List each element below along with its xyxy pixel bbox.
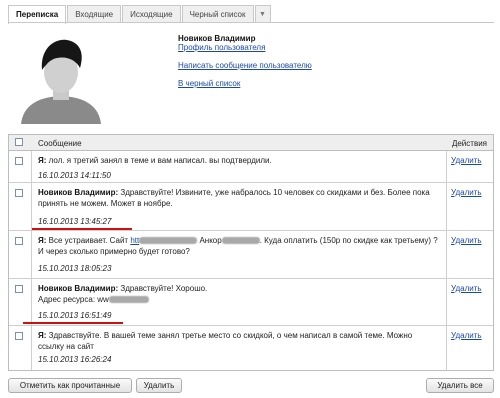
message-date: 15.10.2013 18:05:23 (38, 264, 112, 273)
tab-outbox[interactable]: Исходящие (122, 5, 181, 23)
column-actions-header: Действия (451, 139, 487, 148)
delete-button[interactable]: Удалить (136, 378, 182, 393)
row-checkbox[interactable] (15, 189, 23, 197)
message-text: Новиков Владимир: Здравствуйте! Хорошо. … (38, 283, 438, 305)
chevron-down-icon[interactable]: ▼ (254, 5, 271, 23)
tab-inbox[interactable]: Входящие (67, 5, 122, 23)
table-row: Я: лол. я третий занял в теме и вам напи… (9, 151, 493, 183)
highlight-underline (23, 322, 123, 324)
messages-table: Сообщение Действия Я: лол. я третий заня… (8, 134, 494, 371)
message-body: Все устраивает. Сайт (48, 236, 129, 245)
profile-name: Новиков Владимир (178, 34, 256, 43)
message-sender: Новиков Владимир: (38, 284, 119, 293)
table-row: Новиков Владимир: Здравствуйте! Хорошо. … (9, 279, 493, 326)
message-body: лол. я третий занял в теме и вам написал… (48, 156, 272, 165)
delete-link[interactable]: Удалить (451, 236, 482, 245)
redacted-text (221, 237, 260, 245)
message-sender: Новиков Владимир: (38, 188, 119, 197)
write-message-link[interactable]: Написать сообщение пользователю (178, 61, 312, 70)
message-text: Я: Все устраивает. Сайт htt Анкор. Куда … (38, 235, 438, 257)
blacklist-link[interactable]: В черный список (178, 79, 240, 88)
message-text: Я: лол. я третий занял в теме и вам напи… (38, 155, 438, 166)
tab-divider (8, 22, 494, 23)
delete-all-button[interactable]: Удалить все (426, 378, 494, 393)
delete-link[interactable]: Удалить (451, 156, 482, 165)
table-header: Сообщение Действия (9, 135, 493, 151)
message-body: Здравствуйте! Хорошо. (120, 284, 208, 293)
site-link[interactable]: htt (130, 236, 139, 245)
message-text: Новиков Владимир: Здравствуйте! Извините… (38, 187, 438, 209)
row-checkbox[interactable] (15, 285, 23, 293)
message-date: 16.10.2013 13:45:27 (38, 217, 112, 226)
message-date: 15.10.2013 16:26:24 (38, 355, 112, 364)
table-row: Я: Все устраивает. Сайт htt Анкор. Куда … (9, 231, 493, 279)
table-row: Новиков Владимир: Здравствуйте! Извините… (9, 183, 493, 231)
redacted-text (139, 237, 198, 245)
mark-read-button[interactable]: Отметить как прочитанные (8, 378, 132, 393)
column-message-header: Сообщение (38, 139, 82, 148)
avatar (9, 34, 113, 124)
row-checkbox[interactable] (15, 332, 23, 340)
table-row: Я: Здравствуйте. В вашей теме занял трет… (9, 326, 493, 370)
message-date: 15.10.2013 16:51:49 (38, 311, 112, 320)
tab-blacklist[interactable]: Черный список (181, 5, 254, 23)
message-text: Я: Здравствуйте. В вашей теме занял трет… (38, 330, 438, 352)
redacted-text (108, 296, 149, 304)
delete-link[interactable]: Удалить (451, 331, 482, 340)
message-body: Здравствуйте. В вашей теме занял третье … (38, 331, 413, 351)
message-sender: Я: (38, 156, 47, 165)
select-all-checkbox[interactable] (15, 138, 23, 146)
tab-bar: Переписка Входящие Исходящие Черный спис… (8, 5, 272, 24)
message-date: 16.10.2013 14:11:50 (38, 171, 111, 180)
delete-link[interactable]: Удалить (451, 284, 482, 293)
message-body: Адрес ресурса: ww (38, 295, 109, 304)
message-body: Анкор (199, 236, 222, 245)
message-sender: Я: (38, 236, 47, 245)
highlight-underline (32, 228, 132, 230)
row-checkbox[interactable] (15, 237, 23, 245)
profile-link[interactable]: Профиль пользователя (178, 43, 265, 52)
row-checkbox[interactable] (15, 157, 23, 165)
delete-link[interactable]: Удалить (451, 188, 482, 197)
message-sender: Я: (38, 331, 47, 340)
